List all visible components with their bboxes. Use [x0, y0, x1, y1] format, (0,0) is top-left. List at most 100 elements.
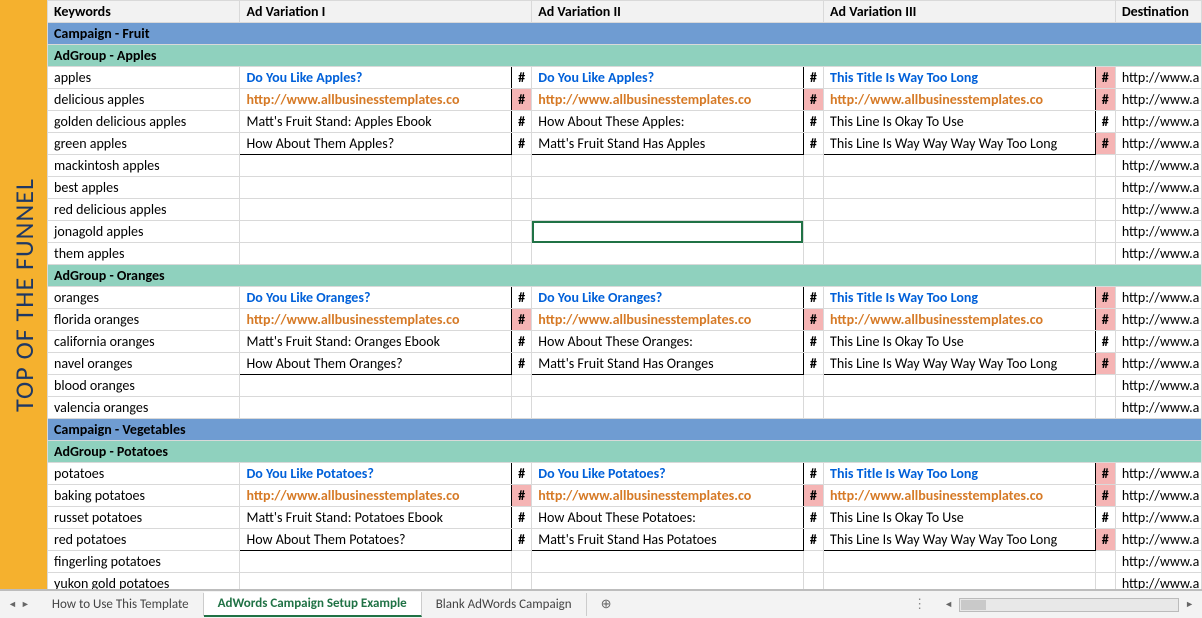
dest-cell[interactable]: http://www.a	[1115, 397, 1201, 419]
hash-cell[interactable]: #	[803, 287, 823, 309]
scrollbar-thumb[interactable]	[961, 600, 986, 610]
hash-cell[interactable]: #	[1095, 463, 1115, 485]
ad1-cell[interactable]: How About Them Oranges?	[240, 353, 512, 375]
keyword-cell[interactable]: blood oranges	[48, 375, 240, 397]
horizontal-scrollbar[interactable]	[959, 598, 1179, 612]
dest-cell[interactable]: http://www.a	[1115, 177, 1201, 199]
hash-cell[interactable]: #	[512, 133, 532, 155]
keyword-cell[interactable]: delicious apples	[48, 89, 240, 111]
keyword-cell[interactable]: jonagold apples	[48, 221, 240, 243]
keyword-cell[interactable]: potatoes	[48, 463, 240, 485]
dest-cell[interactable]: http://www.a	[1115, 221, 1201, 243]
keyword-cell[interactable]: oranges	[48, 287, 240, 309]
selected-cell[interactable]	[532, 221, 804, 243]
ad1-cell[interactable]: Do You Like Oranges?	[240, 287, 512, 309]
dest-cell[interactable]: http://www.a	[1115, 111, 1201, 133]
ad1-cell[interactable]: http://www.allbusinesstemplates.co	[240, 309, 512, 331]
ad1-cell[interactable]: http://www.allbusinesstemplates.co	[240, 485, 512, 507]
keyword-cell[interactable]: mackintosh apples	[48, 155, 240, 177]
hash-cell[interactable]: #	[512, 331, 532, 353]
hash-cell[interactable]: #	[1095, 529, 1115, 551]
dest-cell[interactable]: http://www.a	[1115, 529, 1201, 551]
hash-cell[interactable]: #	[512, 463, 532, 485]
keyword-cell[interactable]: red delicious apples	[48, 199, 240, 221]
keyword-cell[interactable]: apples	[48, 67, 240, 89]
keyword-cell[interactable]: florida oranges	[48, 309, 240, 331]
hash-cell[interactable]: #	[1095, 485, 1115, 507]
dest-cell[interactable]: http://www.a	[1115, 155, 1201, 177]
dest-cell[interactable]: http://www.a	[1115, 551, 1201, 573]
ad2-cell[interactable]: Matt's Fruit Stand Has Apples	[532, 133, 804, 155]
ad2-cell[interactable]: How About These Apples:	[532, 111, 804, 133]
ad3-cell[interactable]: This Line Is Way Way Way Way Too Long	[824, 353, 1096, 375]
ad3-cell[interactable]: This Line Is Okay To Use	[824, 507, 1096, 529]
ad3-cell[interactable]: This Line Is Way Way Way Way Too Long	[824, 529, 1096, 551]
dest-cell[interactable]: http://www.a	[1115, 89, 1201, 111]
ad3-cell[interactable]: http://www.allbusinesstemplates.co	[824, 485, 1096, 507]
dest-cell[interactable]: http://www.a	[1115, 573, 1201, 590]
ad2-cell[interactable]: http://www.allbusinesstemplates.co	[532, 309, 804, 331]
scroll-right-icon[interactable]: ►	[1183, 599, 1196, 610]
dest-cell[interactable]: http://www.a	[1115, 287, 1201, 309]
ad2-cell[interactable]: Matt's Fruit Stand Has Oranges	[532, 353, 804, 375]
hash-cell[interactable]: #	[512, 89, 532, 111]
hash-cell[interactable]: #	[512, 353, 532, 375]
ad1-cell[interactable]: Do You Like Apples?	[240, 67, 512, 89]
hash-cell[interactable]: #	[803, 507, 823, 529]
hash-cell[interactable]: #	[512, 287, 532, 309]
ad2-cell[interactable]: How About These Potatoes:	[532, 507, 804, 529]
ad3-cell[interactable]: This Line Is Okay To Use	[824, 111, 1096, 133]
hash-cell[interactable]: #	[803, 353, 823, 375]
col-ad1[interactable]: Ad Variation I	[240, 1, 532, 23]
hash-cell[interactable]: #	[512, 309, 532, 331]
ad1-cell[interactable]: Matt's Fruit Stand: Oranges Ebook	[240, 331, 512, 353]
ad3-cell[interactable]: This Title Is Way Too Long	[824, 463, 1096, 485]
keyword-cell[interactable]: fingerling potatoes	[48, 551, 240, 573]
ad2-cell[interactable]: How About These Oranges:	[532, 331, 804, 353]
keyword-cell[interactable]: navel oranges	[48, 353, 240, 375]
keyword-cell[interactable]: yukon gold potatoes	[48, 573, 240, 590]
keyword-cell[interactable]: green apples	[48, 133, 240, 155]
dest-cell[interactable]: http://www.a	[1115, 331, 1201, 353]
keyword-cell[interactable]: valencia oranges	[48, 397, 240, 419]
tab-overflow-icon[interactable]: ⋮	[903, 597, 938, 612]
dest-cell[interactable]: http://www.a	[1115, 353, 1201, 375]
ad3-cell[interactable]: This Line Is Okay To Use	[824, 331, 1096, 353]
tab-blank-adwords[interactable]: Blank AdWords Campaign	[422, 593, 587, 616]
hash-cell[interactable]: #	[1095, 353, 1115, 375]
col-ad2[interactable]: Ad Variation II	[532, 1, 824, 23]
ad1-cell[interactable]: Do You Like Potatoes?	[240, 463, 512, 485]
ad3-cell[interactable]: This Line Is Way Way Way Way Too Long	[824, 133, 1096, 155]
hash-cell[interactable]: #	[512, 507, 532, 529]
hash-cell[interactable]: #	[512, 67, 532, 89]
spreadsheet-grid[interactable]: Keywords Ad Variation I Ad Variation II …	[47, 0, 1202, 589]
ad2-cell[interactable]: Matt's Fruit Stand Has Potatoes	[532, 529, 804, 551]
hash-cell[interactable]: #	[803, 67, 823, 89]
hash-cell[interactable]: #	[1095, 331, 1115, 353]
tab-nav-prev-icon[interactable]: ◄	[6, 599, 19, 610]
ad2-cell[interactable]: Do You Like Oranges?	[532, 287, 804, 309]
hash-cell[interactable]: #	[803, 331, 823, 353]
dest-cell[interactable]: http://www.a	[1115, 243, 1201, 265]
dest-cell[interactable]: http://www.a	[1115, 485, 1201, 507]
ad2-cell[interactable]: http://www.allbusinesstemplates.co	[532, 89, 804, 111]
keyword-cell[interactable]: them apples	[48, 243, 240, 265]
ad3-cell[interactable]: http://www.allbusinesstemplates.co	[824, 89, 1096, 111]
ad2-cell[interactable]: http://www.allbusinesstemplates.co	[532, 485, 804, 507]
dest-cell[interactable]: http://www.a	[1115, 309, 1201, 331]
ad3-cell[interactable]: This Title Is Way Too Long	[824, 67, 1096, 89]
dest-cell[interactable]: http://www.a	[1115, 199, 1201, 221]
hash-cell[interactable]: #	[1095, 309, 1115, 331]
keyword-cell[interactable]: russet potatoes	[48, 507, 240, 529]
hash-cell[interactable]: #	[803, 133, 823, 155]
ad2-cell[interactable]: Do You Like Potatoes?	[532, 463, 804, 485]
ad1-cell[interactable]: How About Them Potatoes?	[240, 529, 512, 551]
col-ad3[interactable]: Ad Variation III	[824, 1, 1116, 23]
keyword-cell[interactable]: best apples	[48, 177, 240, 199]
dest-cell[interactable]: http://www.a	[1115, 133, 1201, 155]
hash-cell[interactable]: #	[803, 529, 823, 551]
dest-cell[interactable]: http://www.a	[1115, 375, 1201, 397]
dest-cell[interactable]: http://www.a	[1115, 507, 1201, 529]
hash-cell[interactable]: #	[803, 463, 823, 485]
hash-cell[interactable]: #	[512, 529, 532, 551]
